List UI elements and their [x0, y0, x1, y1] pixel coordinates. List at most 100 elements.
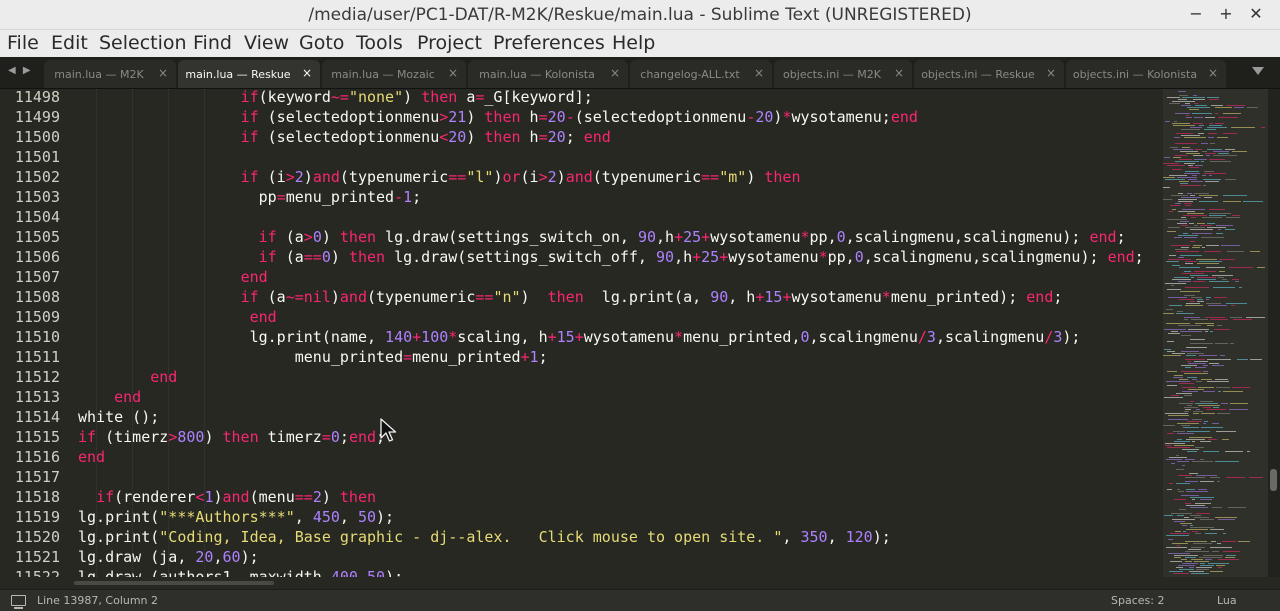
tab-close-icon[interactable]: × [302, 66, 312, 80]
minimap-stroke [1247, 107, 1258, 108]
code-line[interactable]: if (i>2)and(typenumeric=="l")or(i>2)and(… [78, 167, 801, 187]
minimap-stroke [1193, 411, 1203, 412]
menu-preferences[interactable]: Preferences [493, 31, 605, 55]
code-line[interactable]: end [78, 367, 177, 387]
code-line[interactable]: lg.draw (authors1, maxwidth-400,50); [78, 567, 403, 577]
close-button[interactable]: ✕ [1246, 4, 1266, 24]
code-token: 0 [836, 228, 846, 246]
tab-main-lua-reskue[interactable]: main.lua — Reskue × [178, 60, 320, 88]
minimap-stroke [1202, 151, 1207, 152]
code-line[interactable]: white (); [78, 407, 159, 427]
syntax-mode[interactable]: Lua [1217, 594, 1237, 607]
minimap-stroke [1230, 317, 1242, 318]
code-token: menu_printed, [683, 328, 801, 346]
minimap-stroke [1186, 153, 1200, 154]
code-line[interactable]: end [78, 267, 268, 287]
tab-objects-ini-m2k[interactable]: objects.ini — M2K × [774, 60, 912, 88]
vertical-scrollbar[interactable] [1268, 89, 1280, 577]
panel-toggle-icon[interactable] [11, 595, 26, 609]
code-line[interactable]: if(keyword~="none") then a=_G[keyword]; [78, 89, 593, 107]
minimap-stroke [1192, 499, 1195, 500]
menu-tools[interactable]: Tools [356, 31, 403, 55]
menu-find[interactable]: Find [193, 31, 232, 55]
minimap-stroke [1193, 245, 1202, 246]
code-line[interactable]: if (selectedoptionmenu>21) then h=20-(se… [78, 107, 918, 127]
code-line[interactable]: end [78, 387, 141, 407]
minimap[interactable] [1163, 89, 1268, 577]
code-token: menu_printed); [890, 288, 1027, 306]
menu-file[interactable]: File [7, 31, 39, 55]
editor-area[interactable]: 11498 11499 11500 11501 11502 11503 11504 11505… [0, 89, 1280, 577]
tab-close-icon[interactable]: × [894, 66, 904, 80]
minimap-stroke [1223, 551, 1240, 552]
menu-project[interactable]: Project [417, 31, 482, 55]
code-line[interactable]: if (timerz>800) then timerz=0;end; [78, 427, 385, 447]
line-number: 11515 [14, 428, 60, 446]
minimap-stroke [1185, 287, 1209, 288]
code-token: then [764, 168, 801, 186]
code-token: > [285, 168, 295, 186]
code-line[interactable]: if (a==0) then lg.draw(settings_switch_o… [78, 247, 1144, 267]
code-line[interactable]: pp=menu_printed-1; [78, 187, 422, 207]
code-line[interactable]: end [78, 307, 277, 327]
code-line[interactable]: end [78, 447, 105, 467]
tab-changelog-all[interactable]: changelog-ALL.txt × [630, 60, 772, 88]
code-token: ,scalingmenu,scalingmenu); [863, 248, 1108, 266]
horizontal-scrollbar[interactable] [0, 577, 1280, 589]
code-token: 2 [312, 488, 322, 506]
code-line[interactable]: lg.draw (ja, 20,60); [78, 547, 259, 567]
minimap-stroke [1177, 461, 1189, 462]
code-line[interactable]: if (selectedoptionmenu<20) then h=20; en… [78, 127, 611, 147]
tab-close-icon[interactable]: × [610, 66, 620, 80]
code-line[interactable]: lg.print("Coding, Idea, Base graphic - d… [78, 527, 891, 547]
minimap-stroke [1176, 133, 1193, 134]
tab-close-icon[interactable]: × [754, 66, 764, 80]
minimap-stroke [1205, 331, 1208, 332]
menu-edit[interactable]: Edit [51, 31, 88, 55]
code-line[interactable]: if(renderer<1)and(menu==2) then [78, 487, 376, 507]
tab-main-lua-mozaic[interactable]: main.lua — Mozaic × [322, 60, 466, 88]
menu-selection[interactable]: Selection [99, 31, 187, 55]
menu-help[interactable]: Help [612, 31, 655, 55]
code-token: = [538, 108, 548, 126]
minimap-stroke [1176, 455, 1179, 456]
menu-view[interactable]: View [244, 31, 289, 55]
code-line[interactable]: lg.print(name, 140+100*scaling, h+15+wys… [78, 327, 1081, 347]
code-token: lg.print(a, [583, 288, 711, 306]
horizontal-scrollbar-thumb[interactable] [74, 581, 274, 585]
code-line[interactable]: if (a~=nil)and(typenumeric=="n") then lg… [78, 287, 1063, 307]
code-line[interactable]: if (a>0) then lg.draw(settings_switch_on… [78, 227, 1126, 247]
code-token: == [448, 168, 467, 186]
indentation-setting[interactable]: Spaces: 2 [1111, 594, 1164, 607]
tab-close-icon[interactable]: × [1046, 66, 1056, 80]
tab-close-icon[interactable]: × [158, 66, 168, 80]
minimap-stroke [1178, 257, 1184, 258]
code-line[interactable]: menu_printed=menu_printed+1; [78, 347, 548, 367]
minimap-stroke [1200, 441, 1211, 442]
minimap-stroke [1164, 329, 1186, 330]
menu-goto[interactable]: Goto [299, 31, 344, 55]
minimap-stroke [1205, 181, 1219, 182]
minimap-stroke [1186, 117, 1192, 118]
tab-main-lua-m2k[interactable]: main.lua — M2K × [44, 60, 176, 88]
minimap-stroke [1177, 489, 1180, 490]
code-token: 15 [764, 288, 783, 306]
minimap-stroke [1218, 277, 1224, 278]
code-view[interactable]: if(keyword~="none") then a=_G[keyword]; … [78, 89, 1163, 577]
tab-objects-ini-reskue[interactable]: objects.ini — Reskue × [914, 60, 1064, 88]
vertical-scrollbar-thumb[interactable] [1270, 469, 1277, 491]
tab-main-lua-kolonista[interactable]: main.lua — Kolonista × [468, 60, 628, 88]
code-line[interactable]: lg.print("***Authors***", 450, 50); [78, 507, 394, 527]
maximize-button[interactable]: + [1216, 4, 1236, 24]
code-token: ) [466, 128, 485, 146]
code-token: or [502, 168, 521, 186]
minimap-stroke [1225, 451, 1243, 452]
tab-objects-ini-kolonista[interactable]: objects.ini — Kolonista × [1066, 60, 1226, 88]
tab-nav-arrows-icon[interactable]: ◀ ▶ [8, 65, 33, 76]
tab-close-icon[interactable]: × [1208, 66, 1218, 80]
minimap-stroke [1197, 301, 1204, 302]
minimize-button[interactable]: − [1186, 4, 1206, 24]
tab-close-icon[interactable]: × [448, 66, 458, 80]
tab-overflow-chevron-down-icon[interactable] [1252, 67, 1264, 75]
code-token: end [240, 268, 268, 286]
